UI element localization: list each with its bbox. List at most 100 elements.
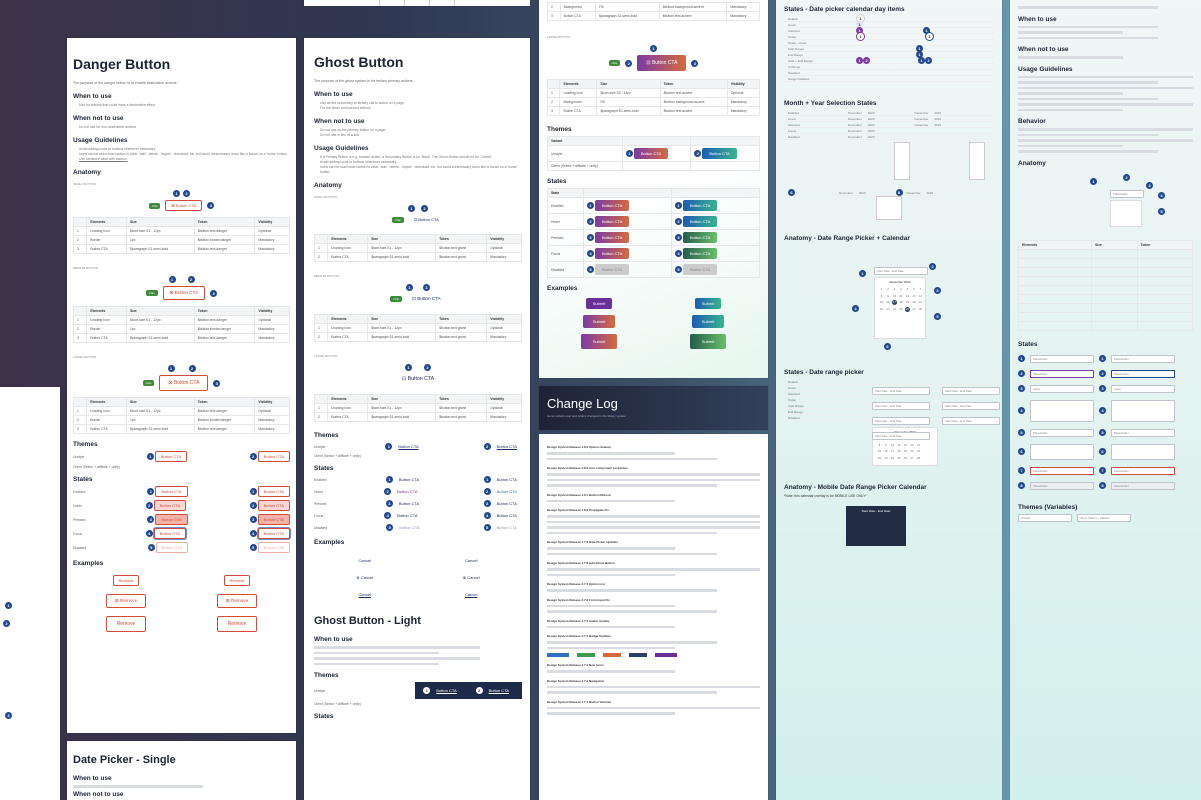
page-title: Danger Button [73,56,171,72]
ghost-button[interactable]: Button CTA [393,442,423,451]
danger-button[interactable]: Button CTA [154,451,188,462]
text-field[interactable]: Placeholder [1030,354,1094,363]
submit-button[interactable]: Submit [689,334,727,349]
size-label: Medium button [73,266,99,270]
date-range-input[interactable]: Start Date - End Date [872,417,930,425]
theme-select[interactable]: Client (Select + affiliate) [1077,513,1131,522]
text-field[interactable]: Placeholder [1111,354,1175,363]
text-field[interactable]: Placeholder [1111,369,1175,378]
danger-button[interactable]: Button CTA [153,500,187,511]
section-heading: Examples [547,285,578,292]
date-range-input[interactable]: Start Date - End Date [942,417,1000,425]
accent-button[interactable]: Button CTA [682,200,718,211]
changelog-entry: Design System Release 4.7.5 Avatar Updat… [547,618,610,623]
danger-button-large[interactable]: ⊠ Button CTA [159,375,209,391]
ghost-button[interactable]: Button CTA [492,511,522,520]
changelog-entry: Design System Release 4.7.9 Date Picker … [547,540,619,544]
cancel-button[interactable]: Cancel [354,590,376,599]
text-field[interactable]: Placeholder [1111,466,1175,475]
accent-button[interactable]: Button CTA [594,216,630,227]
select-input[interactable]: Placeholder [1110,189,1144,198]
submit-button[interactable]: Submit [580,334,618,349]
text-field[interactable] [1111,443,1175,460]
date-range-input[interactable]: Start Date - End Date [874,267,928,275]
date-range-input[interactable]: Start Date - End Date [872,387,930,395]
accent-button[interactable]: Button CTA [594,248,630,259]
danger-button-small[interactable]: ⊠ Button CTA [165,200,203,211]
danger-button[interactable]: Button CTA [155,486,188,497]
accent-button-large[interactable]: ⊡ Button CTA [637,55,687,71]
date-range-input[interactable]: Start Date - End Date [942,387,1000,395]
accent-button[interactable]: Button CTA [682,264,718,275]
accent-button[interactable]: Button CTA [594,232,630,243]
danger-button[interactable]: Button CTA [257,528,290,539]
accent-button[interactable]: Button CTA [702,148,737,159]
danger-button[interactable]: Button CTA [257,514,290,525]
submit-button[interactable]: Submit [582,315,616,328]
danger-button[interactable]: Button CTA [257,486,290,497]
accent-button[interactable]: Button CTA [633,148,669,159]
date-range-input[interactable]: Start Date - End Date [942,402,1000,410]
dark-theme-preview: 1 Button CTA 2 Button CTA [415,682,522,699]
text-field[interactable]: Placeholder [1030,428,1094,437]
text-field[interactable]: Placeholder [1030,369,1094,378]
danger-button[interactable]: Button CTA [153,528,187,539]
section-heading: When to use [73,775,112,782]
ghost-button-light[interactable]: Button CTA [484,686,514,695]
ghost-button-large[interactable]: ⊡ Button CTA [397,374,439,384]
text-field[interactable]: Placeholder [1030,481,1094,490]
theme-select[interactable]: Unstyle [1018,513,1072,522]
ghost-button[interactable]: Button CTA [492,487,522,496]
ghost-button[interactable]: Button CTA [392,487,422,496]
ghost-button[interactable]: Button CTA [492,475,522,484]
cancel-button[interactable]: Cancel [460,590,482,599]
accent-button[interactable]: Button CTA [594,264,630,275]
submit-button[interactable]: Submit [585,298,613,309]
date-range-input[interactable]: Start Date - End Date [872,432,930,440]
remove-button[interactable]: ⊠ Remove [216,594,258,608]
submit-button[interactable]: Submit [694,298,722,309]
cancel-button[interactable]: Cancel [460,556,482,565]
ghost-button[interactable]: Button CTA [394,475,424,484]
submit-button[interactable]: Submit [691,315,725,328]
danger-button[interactable]: Button CTA [155,542,189,553]
ghost-button[interactable]: Button CTA [492,523,522,532]
danger-button[interactable]: Button CTA [257,451,290,462]
text-field[interactable]: Label [1111,384,1175,393]
danger-button[interactable]: Button CTA [257,500,290,511]
cancel-button[interactable]: ⊗ Cancel [351,573,378,582]
ghost-button-small[interactable]: ⊡ Button CTA [409,215,444,224]
ghost-button[interactable]: Button CTA [492,442,522,451]
select-field[interactable] [1030,399,1094,422]
accent-button[interactable]: Button CTA [682,216,718,227]
remove-button[interactable]: Remove [105,616,147,632]
cancel-button[interactable]: ⊗ Cancel [458,573,485,582]
danger-button-panel: Danger Button The purpose of the danger … [67,38,296,733]
remove-button[interactable]: Remove [223,575,251,586]
danger-button[interactable]: Button CTA [257,542,290,553]
text-field[interactable]: Placeholder [1030,466,1094,475]
remove-button[interactable]: Remove [216,616,258,632]
text-field[interactable]: Placeholder [1111,481,1175,490]
date-range-input[interactable]: Start Date - End Date [872,402,930,410]
ghost-button[interactable]: Button CTA [394,499,424,508]
accent-button[interactable]: Button CTA [682,232,718,243]
section-heading: States - Date range picker [784,369,864,376]
ghost-button[interactable]: Button CTA [392,511,422,520]
select-field[interactable] [1111,399,1175,422]
changelog-header: Change Log Here's what's new and what's … [539,386,768,430]
accent-button[interactable]: Button CTA [594,200,630,211]
text-field[interactable]: Label [1030,384,1094,393]
cancel-button[interactable]: Cancel [354,556,376,565]
remove-button[interactable]: Remove [112,575,140,586]
ghost-button[interactable]: Button CTA [492,499,522,508]
remove-button[interactable]: ⊠ Remove [105,594,147,608]
accent-button[interactable]: Button CTA [682,248,718,259]
ghost-button-medium[interactable]: ⊡ Button CTA [407,294,446,304]
ghost-button-light[interactable]: Button CTA [431,686,461,695]
danger-button[interactable]: Button CTA [155,514,188,525]
danger-button-medium[interactable]: ⊠ Button CTA [162,286,206,300]
text-field[interactable] [1030,443,1094,460]
text-field[interactable]: Placeholder [1111,428,1175,437]
ghost-button[interactable]: Button CTA [394,523,424,532]
